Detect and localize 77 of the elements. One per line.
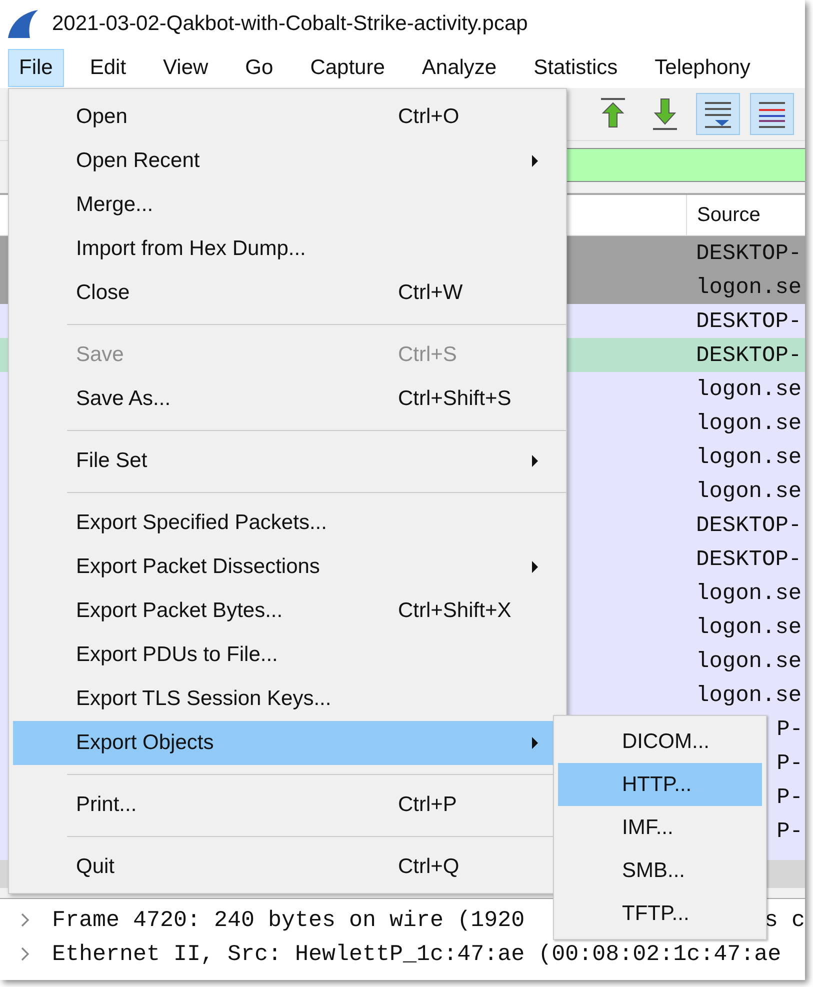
chevron-icon[interactable] — [20, 912, 30, 928]
menu-item-label: Print... — [76, 793, 137, 817]
table-cell-text: logon.se — [696, 614, 803, 640]
menu-item[interactable]: SMB... — [558, 849, 762, 892]
menu-item-label: Export Packet Bytes... — [76, 599, 283, 623]
table-cell-text: P- — [776, 818, 804, 844]
table-cell-text: logon.se — [696, 478, 803, 504]
colorize-button[interactable] — [750, 93, 794, 135]
menu-item-label: Save As... — [76, 387, 171, 411]
shortcut-label: Ctrl+P — [398, 793, 457, 817]
autoscroll-icon — [703, 99, 733, 129]
table-cell-text: DESKTOP- — [696, 308, 803, 334]
shortcut-label: Ctrl+Shift+X — [398, 599, 512, 623]
down-arrow-icon — [651, 97, 679, 131]
menu-item-label: Export Objects — [76, 731, 214, 755]
menu-item-label: Export PDUs to File... — [76, 643, 278, 667]
menu-item[interactable]: View — [152, 49, 220, 87]
menu-item[interactable]: Export PDUs to File... — [13, 633, 562, 677]
shark-fin-icon — [6, 9, 40, 39]
column-header[interactable]: Source — [686, 195, 805, 235]
shortcut-label: Ctrl+Shift+S — [398, 387, 512, 411]
chevron-icon[interactable] — [20, 946, 30, 962]
menu-item[interactable]: TFTP... — [558, 892, 762, 935]
table-cell-text: DESKTOP- — [696, 240, 803, 266]
menu-item-label: Open Recent — [76, 149, 200, 173]
menu-item[interactable]: Merge... — [13, 183, 562, 227]
menu-item[interactable]: Telephony — [644, 49, 762, 87]
tree-item[interactable]: Ethernet II, Src: HewlettP_1c:47:ae (00:08:02:1c:47:ae — [52, 941, 782, 967]
table-cell-text: logon.se — [696, 274, 803, 300]
menu-item[interactable]: Open Ctrl+O — [13, 95, 562, 139]
menu-item-label: Export Packet Dissections — [76, 555, 320, 579]
menu-item[interactable]: Save As... Ctrl+Shift+S — [13, 377, 562, 421]
shortcut-label: Ctrl+Q — [398, 855, 460, 879]
menu-item[interactable]: IMF... — [558, 806, 762, 849]
menu-item[interactable]: Close Ctrl+W — [13, 271, 562, 315]
menu-item[interactable]: Analyze — [410, 49, 508, 87]
table-cell-text: logon.se — [696, 682, 803, 708]
shortcut-label: Ctrl+O — [398, 105, 460, 129]
shortcut-label: Ctrl+S — [398, 343, 457, 367]
window-title: 2021-03-02-Qakbot-with-Cobalt-Strike-activity.pcap — [52, 12, 528, 36]
menu-item-label: Save — [76, 343, 124, 367]
menu-item[interactable]: Export Packet Dissections — [13, 545, 562, 589]
menu-item[interactable]: HTTP... — [558, 763, 762, 806]
menu-item[interactable]: Export Packet Bytes... Ctrl+Shift+X — [13, 589, 562, 633]
table-cell-text: DESKTOP- — [696, 512, 803, 538]
menu-item[interactable]: Edit — [78, 49, 138, 87]
table-cell-text: logon.se — [696, 444, 803, 470]
menu-item-label: File Set — [76, 449, 148, 473]
table-cell-text: logon.se — [696, 376, 803, 402]
menu-item-label: Import from Hex Dump... — [76, 237, 306, 261]
table-cell-text: logon.se — [696, 580, 803, 606]
menu-item[interactable]: Export Specified Packets... — [13, 501, 562, 545]
menu-item-label: Export Specified Packets... — [76, 511, 327, 535]
table-cell-text: logon.se — [696, 410, 803, 436]
table-cell-text: DESKTOP- — [696, 342, 803, 368]
menu-item-label: Close — [76, 281, 130, 305]
menu-item[interactable]: File Set — [13, 439, 562, 483]
table-cell-text: DESKTOP- — [696, 546, 803, 572]
menu-item-label: Merge... — [76, 193, 154, 217]
menu-item[interactable]: Go — [234, 49, 284, 87]
shortcut-label: Ctrl+W — [398, 281, 463, 305]
menu-item[interactable]: Import from Hex Dump... — [13, 227, 562, 271]
menu-item[interactable]: Statistics — [522, 49, 629, 87]
menu-item[interactable]: Open Recent — [13, 139, 562, 183]
tree-item[interactable]: s c — [764, 907, 805, 933]
tree-item[interactable]: Frame 4720: 240 bytes on wire (1920 — [52, 907, 525, 933]
table-cell-text: P- — [776, 750, 804, 776]
menu-item-label: Open — [76, 105, 128, 129]
table-cell-text: logon.se — [696, 648, 803, 674]
table-cell-text: P- — [776, 784, 804, 810]
menu-item[interactable]: Capture — [299, 49, 396, 87]
colored-lines-icon — [757, 99, 787, 129]
menu-item-label: Export TLS Session Keys... — [76, 687, 332, 711]
menu-item[interactable]: File — [8, 49, 64, 87]
menu-item-label: Quit — [76, 855, 115, 879]
autoscroll-button[interactable] — [696, 93, 740, 135]
menu-item[interactable]: Export TLS Session Keys... — [13, 677, 562, 721]
